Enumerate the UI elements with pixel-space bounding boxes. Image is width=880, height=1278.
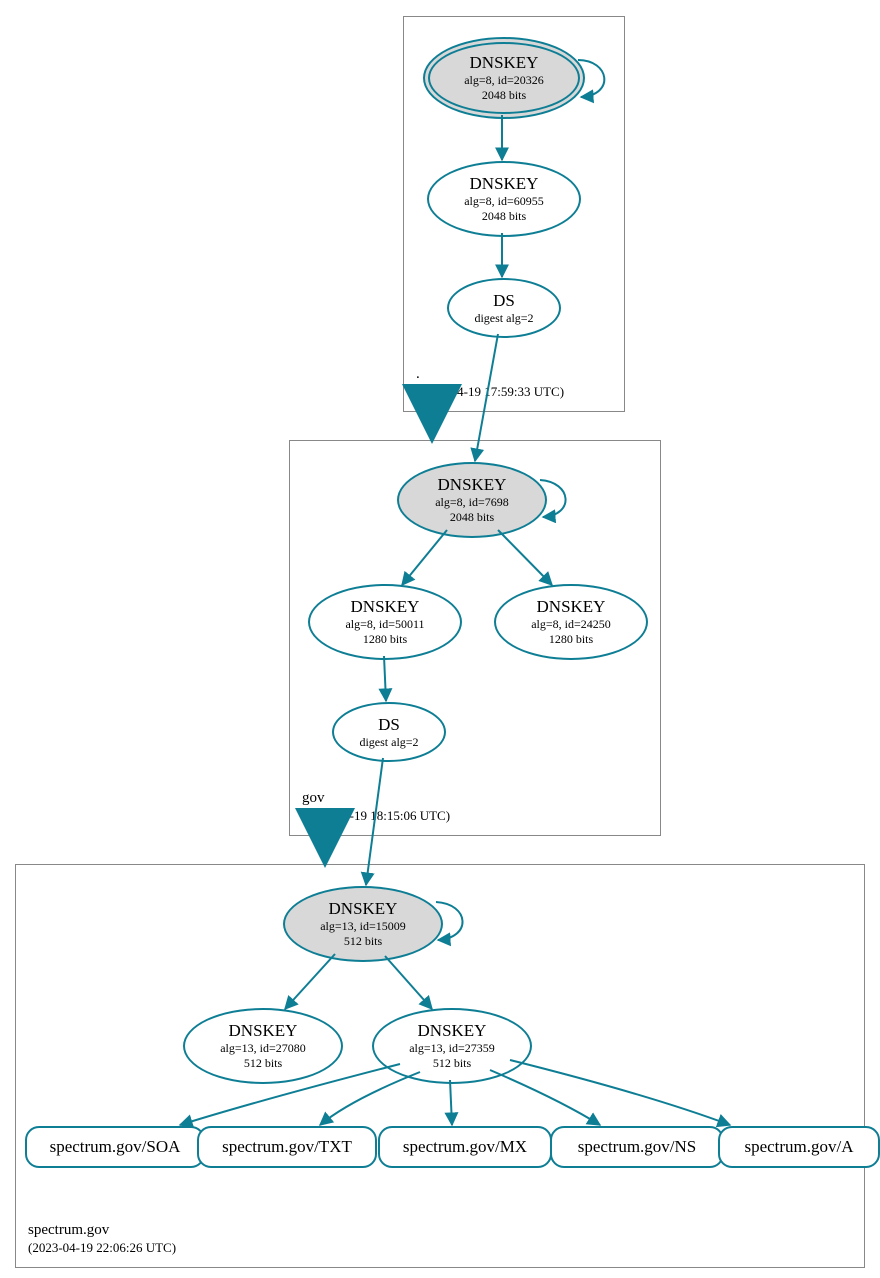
node-bits: 2048 bits [482, 209, 526, 224]
spectrum-zsk1-dnskey: DNSKEY alg=13, id=27080 512 bits [183, 1008, 343, 1084]
gov-ds: DS digest alg=2 [332, 702, 446, 762]
node-bits: 1280 bits [549, 632, 593, 647]
node-bits: 2048 bits [482, 88, 526, 103]
rr-mx: spectrum.gov/MX [378, 1126, 552, 1168]
node-bits: 512 bits [433, 1056, 471, 1071]
rr-a: spectrum.gov/A [718, 1126, 880, 1168]
gov-ksk-dnskey: DNSKEY alg=8, id=7698 2048 bits [397, 462, 547, 538]
zone-root-name: . [416, 365, 564, 385]
root-ds: DS digest alg=2 [447, 278, 561, 338]
zone-spectrum-name: spectrum.gov [28, 1221, 176, 1241]
node-alg: alg=13, id=27080 [220, 1041, 306, 1056]
node-bits: 2048 bits [450, 510, 494, 525]
node-bits: 512 bits [344, 934, 382, 949]
node-alg: alg=8, id=24250 [531, 617, 611, 632]
zone-spectrum-timestamp: (2023-04-19 22:06:26 UTC) [28, 1240, 176, 1257]
node-title: DNSKEY [351, 597, 420, 617]
node-alg: alg=8, id=20326 [464, 73, 544, 88]
gov-zsk2-dnskey: DNSKEY alg=8, id=24250 1280 bits [494, 584, 648, 660]
node-alg: alg=8, id=60955 [464, 194, 544, 209]
root-ksk-dnskey: DNSKEY alg=8, id=20326 2048 bits [423, 37, 585, 119]
node-alg: alg=8, id=50011 [345, 617, 424, 632]
spectrum-zsk2-dnskey: DNSKEY alg=13, id=27359 512 bits [372, 1008, 532, 1084]
zone-gov-name: gov [302, 789, 450, 809]
node-title: DNSKEY [438, 475, 507, 495]
zone-gov-timestamp: (2023-04-19 18:15:06 UTC) [302, 808, 450, 825]
node-alg: digest alg=2 [474, 311, 533, 326]
root-zsk-dnskey: DNSKEY alg=8, id=60955 2048 bits [427, 161, 581, 237]
rr-ns: spectrum.gov/NS [550, 1126, 724, 1168]
node-alg: alg=13, id=27359 [409, 1041, 495, 1056]
node-alg: digest alg=2 [359, 735, 418, 750]
gov-zsk1-dnskey: DNSKEY alg=8, id=50011 1280 bits [308, 584, 462, 660]
node-alg: alg=13, id=15009 [320, 919, 406, 934]
node-title: DNSKEY [329, 899, 398, 919]
node-bits: 1280 bits [363, 632, 407, 647]
rr-soa: spectrum.gov/SOA [25, 1126, 205, 1168]
node-bits: 512 bits [244, 1056, 282, 1071]
node-title: DNSKEY [418, 1021, 487, 1041]
node-title: DS [378, 715, 400, 735]
rr-txt: spectrum.gov/TXT [197, 1126, 377, 1168]
spectrum-ksk-dnskey: DNSKEY alg=13, id=15009 512 bits [283, 886, 443, 962]
node-title: DNSKEY [470, 53, 539, 73]
node-title: DNSKEY [470, 174, 539, 194]
node-title: DNSKEY [537, 597, 606, 617]
node-title: DS [493, 291, 515, 311]
zone-root-timestamp: (2023-04-19 17:59:33 UTC) [416, 384, 564, 401]
node-title: DNSKEY [229, 1021, 298, 1041]
node-alg: alg=8, id=7698 [435, 495, 509, 510]
